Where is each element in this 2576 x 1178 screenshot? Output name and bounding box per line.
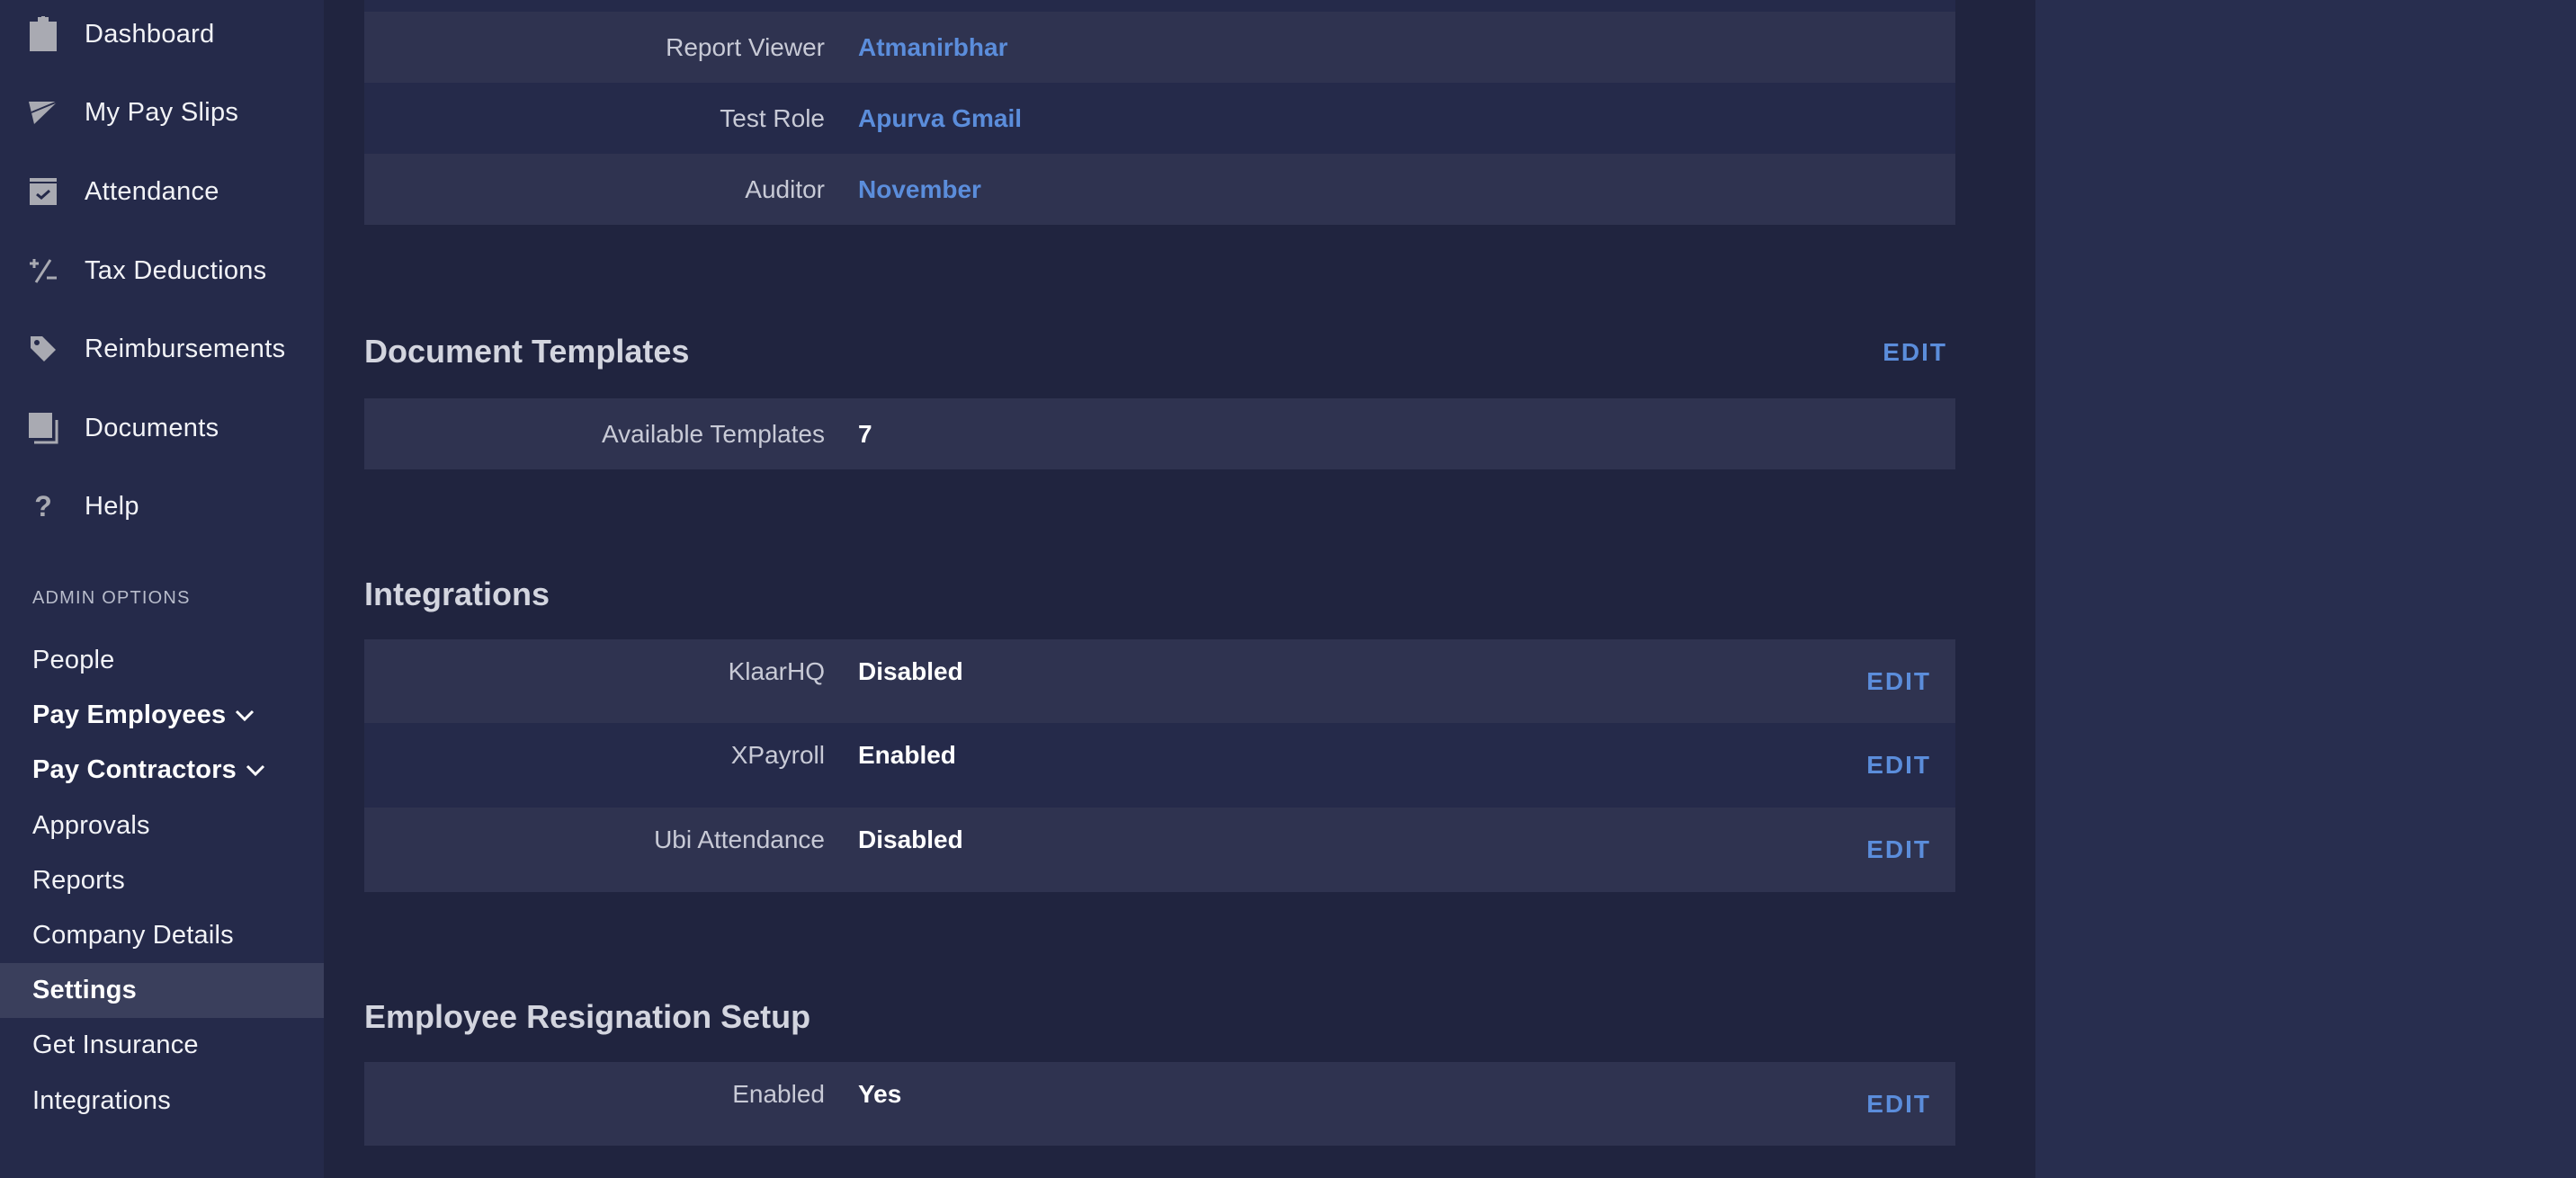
- sidebar-item-label: Dashboard: [85, 19, 215, 49]
- sidebar-item-integrations[interactable]: Integrations: [0, 1074, 324, 1129]
- resignation-setup-card: Enabled Yes EDIT: [364, 1062, 1955, 1146]
- plus-minus-icon: [27, 253, 59, 289]
- integration-row-klaarhq: KlaarHQ Disabled EDIT: [364, 639, 1955, 723]
- sidebar-item-my-pay-slips[interactable]: My Pay Slips: [0, 85, 324, 139]
- roles-card: Report Viewer Atmanirbhar Test Role Apur…: [364, 0, 1955, 225]
- chevron-down-icon: [235, 709, 255, 722]
- field-label: Enabled: [732, 1080, 825, 1108]
- sidebar-item-dashboard[interactable]: Dashboard: [0, 7, 324, 61]
- sidebar: Dashboard My Pay Slips Attendance Tax De…: [0, 0, 324, 1178]
- integration-row-ubi-attendance: Ubi Attendance Disabled EDIT: [364, 808, 1955, 892]
- sidebar-item-attendance[interactable]: Attendance: [0, 165, 324, 219]
- available-templates-count: 7: [858, 419, 872, 448]
- sidebar-item-label: Settings: [32, 976, 137, 1004]
- resignation-edit-button[interactable]: EDIT: [1866, 1090, 1931, 1119]
- integration-status: Disabled: [858, 825, 963, 853]
- sidebar-item-label: Attendance: [85, 176, 219, 206]
- role-row-report-viewer: Report Viewer Atmanirbhar: [364, 12, 1955, 83]
- role-name: Report Viewer: [666, 32, 825, 61]
- sidebar-item-documents[interactable]: Documents: [0, 401, 324, 455]
- integration-name: KlaarHQ: [728, 657, 825, 685]
- integration-row-xpayroll: XPayroll Enabled EDIT: [364, 723, 1955, 808]
- admin-options-heading: ADMIN OPTIONS: [32, 588, 191, 608]
- sidebar-item-people[interactable]: People: [0, 633, 324, 688]
- document-templates-heading: Document Templates: [364, 333, 690, 370]
- sidebar-item-label: Company Details: [32, 921, 234, 950]
- table-row: [364, 0, 1955, 12]
- sidebar-item-tax-deductions[interactable]: Tax Deductions: [0, 244, 324, 298]
- integration-name: Ubi Attendance: [654, 825, 825, 853]
- sidebar-item-label: Get Insurance: [32, 1031, 199, 1059]
- sidebar-item-label: Pay Employees: [32, 701, 227, 729]
- role-row-auditor: Auditor November: [364, 154, 1955, 225]
- sidebar-item-company-details[interactable]: Company Details: [0, 908, 324, 963]
- resignation-enabled-row: Enabled Yes EDIT: [364, 1062, 1955, 1146]
- sidebar-item-label: Reports: [32, 866, 125, 895]
- integration-status: Disabled: [858, 657, 963, 685]
- sidebar-item-reimbursements[interactable]: Reimbursements: [0, 322, 324, 376]
- clipboard-icon: [27, 16, 59, 52]
- sidebar-item-label: Pay Contractors: [32, 755, 237, 784]
- chevron-down-icon: [246, 764, 265, 777]
- sidebar-item-approvals[interactable]: Approvals: [0, 799, 324, 853]
- resignation-enabled-value: Yes: [858, 1080, 902, 1108]
- calendar-check-icon: [27, 174, 59, 210]
- sidebar-item-label: Tax Deductions: [85, 255, 267, 285]
- right-empty-area: [2035, 0, 2576, 1178]
- integration-status: Enabled: [858, 741, 956, 769]
- sidebar-item-label: Approvals: [32, 811, 150, 840]
- tag-icon: [27, 331, 59, 367]
- integration-edit-button[interactable]: EDIT: [1866, 667, 1931, 696]
- role-row-test-role: Test Role Apurva Gmail: [364, 83, 1955, 154]
- sidebar-item-label: Reimbursements: [85, 334, 286, 363]
- integration-edit-button[interactable]: EDIT: [1866, 835, 1931, 864]
- sidebar-item-pay-contractors[interactable]: Pay Contractors: [0, 743, 324, 798]
- field-label: Available Templates: [601, 419, 825, 448]
- resignation-setup-heading: Employee Resignation Setup: [364, 998, 811, 1035]
- integrations-heading: Integrations: [364, 576, 550, 612]
- sidebar-item-label: People: [32, 646, 115, 674]
- sidebar-item-label: Documents: [85, 413, 219, 442]
- available-templates-row: Available Templates 7: [364, 398, 1955, 469]
- paper-plane-icon: [27, 94, 59, 130]
- document-templates-edit-button[interactable]: EDIT: [1883, 338, 1947, 367]
- question-icon: ?: [34, 489, 52, 522]
- role-name: Test Role: [720, 103, 825, 132]
- document-templates-card: Available Templates 7: [364, 398, 1955, 469]
- sidebar-item-help[interactable]: ? Help: [0, 479, 324, 533]
- role-name: Auditor: [745, 174, 825, 203]
- settings-main-panel: Report Viewer Atmanirbhar Test Role Apur…: [324, 0, 2035, 1178]
- sidebar-item-reports[interactable]: Reports: [0, 853, 324, 908]
- role-assignee-link[interactable]: Atmanirbhar: [858, 33, 1007, 62]
- sidebar-item-label: Help: [85, 491, 139, 521]
- sidebar-item-settings[interactable]: Settings: [0, 963, 324, 1018]
- sidebar-item-label: My Pay Slips: [85, 97, 239, 127]
- sidebar-item-label: Integrations: [32, 1086, 171, 1115]
- sidebar-item-pay-employees[interactable]: Pay Employees: [0, 688, 324, 743]
- integrations-card: KlaarHQ Disabled EDIT XPayroll Enabled E…: [364, 639, 1955, 892]
- integration-name: XPayroll: [730, 741, 825, 769]
- role-assignee-link[interactable]: November: [858, 175, 981, 204]
- role-assignee-link[interactable]: Apurva Gmail: [858, 104, 1022, 133]
- integration-edit-button[interactable]: EDIT: [1866, 751, 1931, 780]
- sidebar-item-get-insurance[interactable]: Get Insurance: [0, 1018, 324, 1073]
- documents-icon: [27, 410, 59, 446]
